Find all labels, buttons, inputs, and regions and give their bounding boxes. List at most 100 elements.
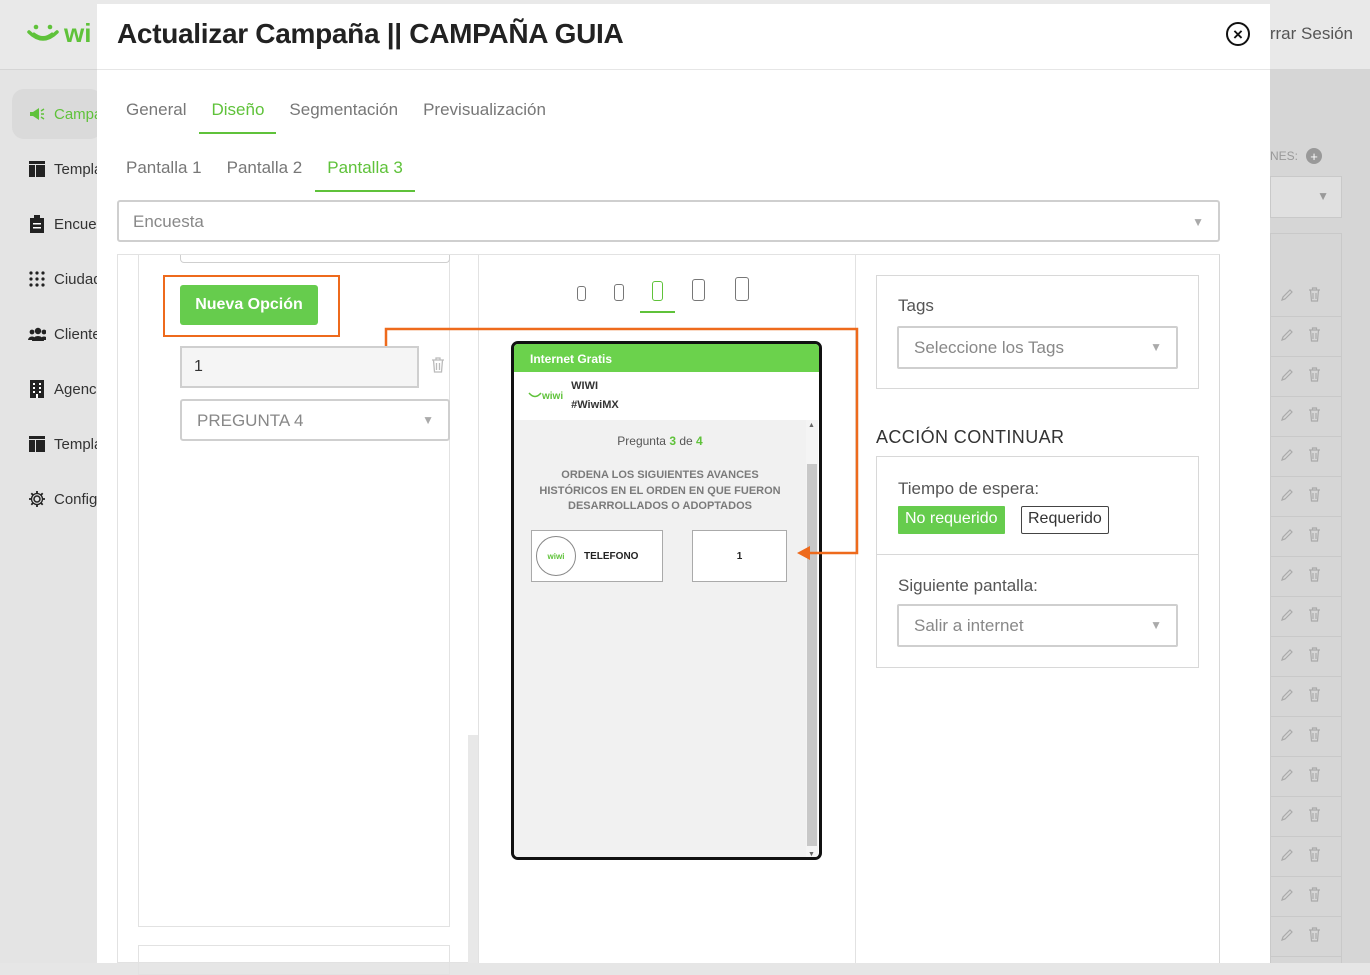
sidebar-item-cities[interactable]: Ciudad [12,254,102,304]
device-option-2[interactable] [614,284,624,301]
edit-icon[interactable] [1280,888,1294,906]
trash-icon[interactable] [1308,567,1321,586]
device-option-1[interactable] [577,286,586,301]
sidebar-item-config[interactable]: Config [12,474,102,524]
sidebar-item-clients[interactable]: Cliente [12,309,102,359]
delete-option-icon[interactable] [431,357,445,378]
device-option-3[interactable] [652,281,663,301]
edit-icon[interactable] [1280,368,1294,386]
tab-screen-1[interactable]: Pantalla 1 [126,158,214,190]
edit-icon[interactable] [1280,488,1294,506]
new-option-button[interactable]: Nueva Opción [180,285,318,325]
phone-preview: Internet Gratis wiwi WIWI #WiwiMX Pregun… [511,341,822,860]
background-table-row [1270,437,1342,477]
screen-type-value: Encuesta [133,212,204,231]
trash-icon[interactable] [1308,687,1321,706]
tab-screen-2[interactable]: Pantalla 2 [215,158,315,190]
tab-general[interactable]: General [126,100,198,132]
edit-icon[interactable] [1280,808,1294,826]
trash-icon[interactable] [1308,367,1321,386]
sidebar-item-agencies[interactable]: Agenci [12,364,102,414]
tab-design[interactable]: Diseño [199,100,276,132]
scroll-down-icon[interactable]: ▼ [808,851,815,858]
edit-icon[interactable] [1280,408,1294,426]
edit-icon[interactable] [1280,928,1294,946]
tags-card: Tags Seleccione los Tags ▼ [876,275,1199,389]
background-filter-select[interactable] [1270,176,1342,218]
background-table-row [1270,797,1342,837]
scroll-up-icon[interactable]: ▲ [808,422,815,429]
edit-icon[interactable] [1280,768,1294,786]
scroll-thumb[interactable] [807,464,817,846]
edit-icon[interactable] [1280,848,1294,866]
tags-select[interactable]: Seleccione los Tags ▼ [897,326,1178,369]
clipboard-icon [28,215,46,233]
tab-preview[interactable]: Previsualización [411,100,558,132]
trash-icon[interactable] [1308,487,1321,506]
trash-icon[interactable] [1308,407,1321,426]
background-table-header: NES: + [1270,148,1350,164]
screen-tabs: Pantalla 1 Pantalla 2 Pantalla 3 [126,158,416,190]
options-panel: Nueva Opción 1 PREGUNTA 4 ▼ [117,254,479,963]
edit-icon[interactable] [1280,568,1294,586]
background-table-row [1270,837,1342,877]
sidebar-item-templates[interactable]: Templa [12,144,102,194]
preview-panel: Internet Gratis wiwi WIWI #WiwiMX Pregun… [479,254,856,963]
panel-scrollbar[interactable] [468,735,478,963]
trash-icon[interactable] [1308,887,1321,906]
screen-type-select[interactable]: Encuesta ▼ [117,200,1220,242]
trash-icon[interactable] [1308,447,1321,466]
trash-icon[interactable] [1308,927,1321,946]
device-option-5[interactable] [735,277,749,301]
next-options-card [138,945,450,975]
sidebar-item-templates-2[interactable]: Templa [12,419,102,469]
sidebar-item-label: Cliente [54,326,101,343]
next-screen-select[interactable]: Salir a internet ▼ [897,604,1178,647]
trash-icon[interactable] [1308,607,1321,626]
edit-icon[interactable] [1280,288,1294,306]
preview-option-card[interactable]: wiwi TELEFONO [531,530,663,582]
app-logo[interactable]: wi [26,18,91,49]
modal-header: Actualizar Campaña || CAMPAÑA GUIA × [97,4,1270,70]
trash-icon[interactable] [1308,727,1321,746]
device-option-4[interactable] [692,279,705,301]
trash-icon[interactable] [1308,807,1321,826]
trash-icon[interactable] [1308,287,1321,306]
edit-icon[interactable] [1280,448,1294,466]
option-value-input[interactable]: 1 [180,346,419,388]
add-icon[interactable]: + [1306,148,1322,164]
sidebar-item-label: Agenci [54,381,100,398]
edit-icon[interactable] [1280,528,1294,546]
preview-brand-logo: wiwi [528,391,563,402]
question-prefix: Pregunta [617,434,666,448]
tags-placeholder: Seleccione los Tags [914,338,1064,357]
chevron-down-icon: ▼ [1150,618,1162,632]
preview-order-card[interactable]: 1 [692,530,787,582]
required-button[interactable]: Requerido [1021,506,1109,534]
edit-icon[interactable] [1280,728,1294,746]
wiwi-logo-icon [26,22,60,46]
edit-icon[interactable] [1280,608,1294,626]
preview-brand-small: wiwi [542,391,563,402]
trash-icon[interactable] [1308,647,1321,666]
tab-screen-3[interactable]: Pantalla 3 [315,158,415,190]
phone-icon [577,286,586,301]
background-table-row [1270,557,1342,597]
preview-scrollbar[interactable]: ▲ ▼ [806,420,818,860]
edit-icon[interactable] [1280,648,1294,666]
previous-field[interactable] [180,255,450,263]
edit-icon[interactable] [1280,328,1294,346]
trash-icon[interactable] [1308,527,1321,546]
edit-icon[interactable] [1280,688,1294,706]
not-required-button[interactable]: No requerido [898,506,1005,534]
tab-segmentation[interactable]: Segmentación [277,100,410,132]
logout-link[interactable]: rrar Sesión [1270,24,1353,44]
option-question-select[interactable]: PREGUNTA 4 ▼ [180,399,450,441]
trash-icon[interactable] [1308,847,1321,866]
trash-icon[interactable] [1308,767,1321,786]
sidebar-item-campaigns[interactable]: Campa [12,89,102,139]
close-icon[interactable]: × [1226,22,1250,46]
sidebar-item-surveys[interactable]: Encues [12,199,102,249]
trash-icon[interactable] [1308,327,1321,346]
logo-text: wi [64,18,91,49]
